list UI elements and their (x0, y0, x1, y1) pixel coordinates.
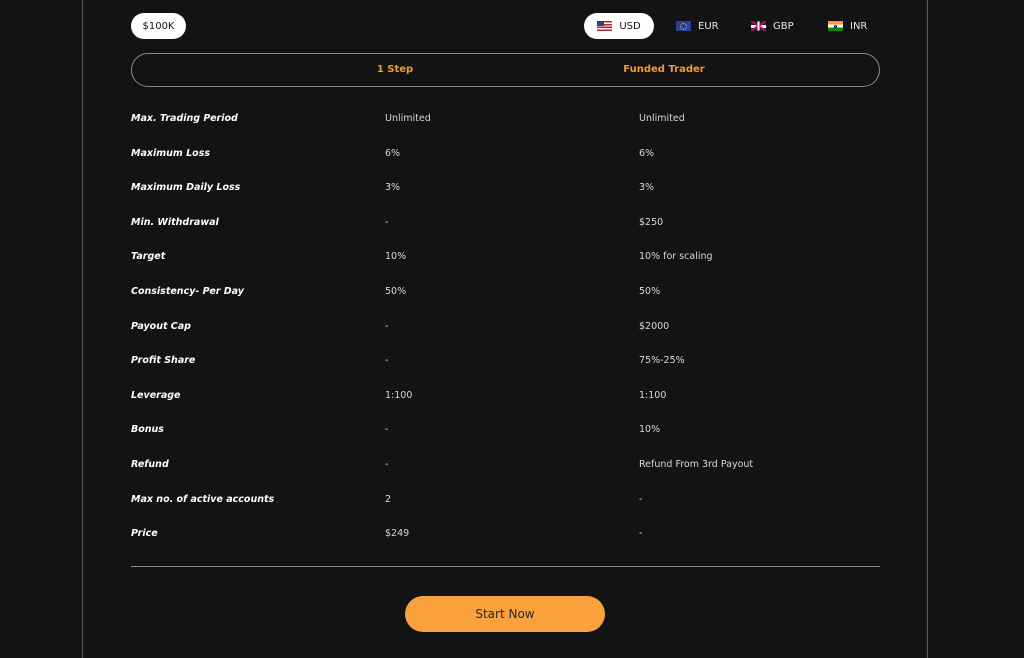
currency-eur-button[interactable]: EUR (676, 13, 719, 39)
plan-options-bar: $100K USD EUR GBP INR (131, 13, 881, 40)
one-step-value: - (385, 320, 389, 332)
currency-eur-label: EUR (698, 20, 719, 32)
row-label: Refund (131, 458, 169, 470)
one-step-value: 10% (385, 251, 407, 263)
row-label: Max. Trading Period (131, 113, 238, 124)
row-label: Price (131, 528, 158, 540)
funded-trader-value: Refund From 3rd Payout (639, 458, 754, 470)
row-label: Profit Share (131, 355, 196, 367)
row-label: Leverage (131, 389, 181, 401)
eu-flag-icon (676, 21, 691, 31)
currency-gbp-button[interactable]: GBP (751, 13, 794, 39)
table-row: Max no. of active accounts 2 - (131, 483, 880, 518)
currency-gbp-label: GBP (773, 20, 794, 32)
one-step-value: 3% (385, 182, 401, 194)
table-row: Refund - Refund From 3rd Payout (131, 448, 880, 483)
table-row: Target 10% 10% for scaling (131, 240, 880, 275)
funded-trader-value: Unlimited (639, 113, 685, 124)
row-label: Min. Withdrawal (131, 216, 219, 228)
table-row: Max. Trading Period Unlimited Unlimited (131, 102, 880, 137)
one-step-value: 50% (385, 285, 407, 297)
table-row: Payout Cap - $2000 (131, 310, 880, 345)
table-row: Price $249 - (131, 517, 880, 552)
one-step-value: 1:100 (385, 389, 413, 401)
currency-inr-button[interactable]: INR (828, 13, 867, 39)
row-label: Maximum Loss (131, 147, 211, 159)
funded-trader-value: 75%-25% (639, 355, 685, 367)
one-step-value: 6% (385, 147, 401, 159)
in-flag-icon (828, 21, 843, 31)
start-now-button[interactable]: Start Now (405, 596, 605, 632)
one-step-value: Unlimited (385, 113, 431, 124)
funded-trader-value: $2000 (639, 320, 670, 332)
us-flag-icon (597, 21, 613, 31)
table-row: Bonus - 10% (131, 413, 880, 448)
table-row: Maximum Daily Loss 3% 3% (131, 171, 880, 206)
one-step-value: - (385, 216, 389, 228)
plan-comparison-table: Max. Trading Period Unlimited Unlimited … (131, 102, 880, 552)
account-size-label: $100K (142, 20, 175, 32)
funded-trader-value: - (639, 493, 643, 505)
one-step-value: 2 (385, 493, 392, 505)
plan-tabs: 1 Step Funded Trader (131, 53, 880, 87)
table-row: Min. Withdrawal - $250 (131, 206, 880, 241)
row-label: Target (131, 251, 166, 263)
one-step-value: $249 (385, 528, 410, 540)
currency-usd-label: USD (619, 20, 641, 32)
tab-1-step[interactable]: 1 Step (360, 54, 430, 86)
row-label: Max no. of active accounts (131, 493, 275, 505)
funded-trader-value: 10% for scaling (639, 251, 713, 263)
funded-trader-value: 10% (639, 424, 661, 436)
row-label: Consistency- Per Day (131, 285, 244, 297)
table-row: Maximum Loss 6% 6% (131, 137, 880, 172)
funded-trader-value: 50% (639, 285, 661, 297)
currency-inr-label: INR (850, 20, 868, 32)
currency-usd-button[interactable]: USD (584, 13, 654, 39)
tab-funded-trader[interactable]: Funded Trader (612, 54, 716, 86)
funded-trader-value: - (639, 528, 643, 540)
one-step-value: - (385, 458, 389, 470)
row-label: Bonus (131, 424, 164, 436)
table-row: Leverage 1:100 1:100 (131, 379, 880, 414)
table-row: Consistency- Per Day 50% 50% (131, 275, 880, 310)
account-size-button[interactable]: $100K (131, 13, 186, 39)
gb-flag-icon (751, 21, 766, 31)
one-step-value: - (385, 424, 389, 436)
section-divider (131, 566, 880, 567)
one-step-value: - (385, 355, 389, 367)
table-row: Profit Share - 75%-25% (131, 344, 880, 379)
funded-trader-value: $250 (639, 216, 664, 228)
row-label: Maximum Daily Loss (131, 182, 241, 194)
funded-trader-value: 6% (639, 147, 655, 159)
row-label: Payout Cap (131, 320, 191, 332)
funded-trader-value: 3% (639, 182, 655, 194)
funded-trader-value: 1:100 (639, 389, 667, 401)
